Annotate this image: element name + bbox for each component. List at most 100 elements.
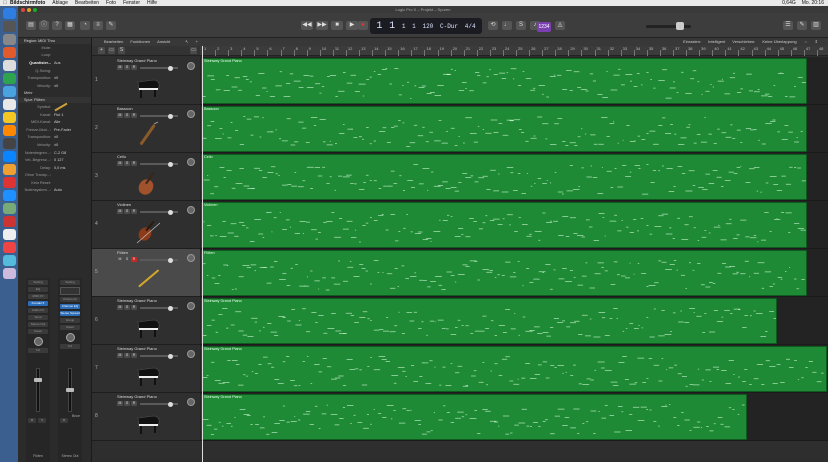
menu-functions[interactable]: Funktionen [130, 38, 150, 46]
master-volume-knob[interactable] [676, 22, 684, 30]
track-volume-thumb[interactable] [168, 401, 173, 407]
output-fx-slot-2[interactable]: Channel EQ [60, 304, 80, 309]
track-record-button[interactable]: R [131, 209, 137, 214]
track-volume-thumb[interactable] [168, 113, 173, 119]
track-volume-thumb[interactable] [168, 353, 173, 359]
solo-button[interactable]: S [516, 21, 526, 30]
midi-region[interactable]: Bassoon [201, 106, 807, 152]
region-row-transpose[interactable]: Transposition: ±0 [18, 74, 91, 82]
vlc-icon[interactable] [2, 125, 16, 136]
facetime-icon[interactable] [2, 73, 16, 84]
play-button[interactable]: ▶ [346, 21, 358, 30]
region-row-loop[interactable]: Loop: [18, 52, 91, 60]
pencil-tool-icon[interactable]: + [196, 38, 198, 46]
track-pan-knob[interactable] [187, 398, 195, 406]
track-pan-knob[interactable] [187, 302, 195, 310]
track-row-no-reset[interactable]: Kein Reset: [18, 179, 91, 187]
safari-icon[interactable] [2, 47, 16, 58]
track-volume-slider[interactable] [140, 353, 178, 359]
midi-region[interactable]: Steinway Grand Piano [201, 298, 777, 344]
app2-icon[interactable] [2, 242, 16, 253]
track-volume-slider[interactable] [140, 401, 178, 407]
track-record-button[interactable]: R [131, 401, 137, 406]
track-row-key-limit[interactable]: Notenbegren...: C-2 G8 [18, 149, 91, 157]
track-volume-slider[interactable] [140, 113, 178, 119]
track-name[interactable]: Steinway Grand Piano [117, 58, 157, 63]
output-mute-button[interactable]: M [60, 418, 68, 423]
strip-volume-fader-cap[interactable] [34, 378, 42, 382]
logic-icon[interactable] [2, 138, 16, 149]
track-name[interactable]: Cello [117, 154, 126, 159]
track-header[interactable]: 7 Steinway Grand Piano M S R [92, 345, 200, 393]
track-mute-button[interactable]: M [117, 305, 123, 310]
track-record-button[interactable]: R [131, 305, 137, 310]
record-button[interactable]: ● [358, 21, 368, 30]
track-pan-knob[interactable] [187, 158, 195, 166]
strip-setting-button[interactable]: Setting [28, 280, 48, 285]
track-name[interactable]: Flöten [117, 250, 128, 255]
track-row-icon[interactable]: Symbol: [18, 102, 91, 112]
output-bounce-button[interactable]: Bnce [72, 414, 80, 418]
strip-pan-knob[interactable] [33, 337, 43, 346]
global-tracks-button[interactable]: ▭ [108, 47, 115, 54]
region-row-qswing[interactable]: Q-Swing: [18, 67, 91, 75]
midi-region[interactable]: Steinway Grand Piano [201, 394, 747, 440]
track-solo-button[interactable]: S [124, 401, 130, 406]
strip-output-slot[interactable]: Stereo Out [28, 322, 48, 327]
midi-region[interactable]: Cello [201, 154, 807, 200]
track-row-delay[interactable]: Delay: 0,0 ms [18, 164, 91, 172]
track-solo-button[interactable]: S [124, 353, 130, 358]
finder-icon[interactable] [2, 8, 16, 19]
score-set-button[interactable]: S [118, 47, 125, 54]
track-lane[interactable]: Steinway Grand Piano [200, 393, 828, 441]
track-row-staff-style[interactable]: Notensystem...: Auto [18, 187, 91, 195]
track-row-no-transpose[interactable]: Ohne Transp...: [18, 172, 91, 180]
stop-button[interactable]: ■ [331, 21, 343, 30]
track-solo-button[interactable]: S [124, 257, 130, 262]
track-header[interactable]: 8 Steinway Grand Piano M S R [92, 393, 200, 441]
mail-icon[interactable] [2, 86, 16, 97]
output-setting-button[interactable]: Setting [60, 280, 80, 285]
output-volume-fader-cap[interactable] [66, 388, 74, 392]
strip-automation-mode[interactable]: Read [28, 329, 48, 334]
track-row-transpose[interactable]: Transposition: ±0 [18, 134, 91, 142]
menu-view[interactable]: Ansicht [157, 38, 170, 46]
region-row-mute[interactable]: Mute: [18, 44, 91, 52]
track-header[interactable]: 3 Cello M S R [92, 153, 200, 201]
track-volume-thumb[interactable] [168, 65, 173, 71]
track-solo-button[interactable]: S [124, 65, 130, 70]
minimize-button[interactable] [27, 8, 31, 12]
bluetooth-icon[interactable] [2, 190, 16, 201]
track-row-velocity[interactable]: Velocity: ±0 [18, 141, 91, 149]
photos-icon[interactable] [2, 112, 16, 123]
smart-controls-button[interactable]: ◔ [80, 21, 90, 30]
track-pan-knob[interactable] [187, 206, 195, 214]
track-record-button[interactable]: R [131, 257, 137, 262]
editors-button[interactable]: ✎ [106, 21, 116, 30]
forward-button[interactable]: ▶▶ [316, 21, 328, 30]
track-volume-thumb[interactable] [168, 161, 173, 167]
track-name[interactable]: Steinway Grand Piano [117, 394, 157, 399]
midi-region[interactable]: Steinway Grand Piano [201, 58, 807, 104]
cycle-button[interactable]: ⟲ [488, 21, 498, 30]
zoom-icon[interactable]: ⇔ [804, 38, 808, 46]
track-volume-thumb[interactable] [168, 209, 173, 215]
track-header[interactable]: 4 Violinen M S R [92, 201, 200, 249]
app-icon[interactable] [2, 216, 16, 227]
track-solo-button[interactable]: S [124, 305, 130, 310]
toolbar-button[interactable]: ▦ [65, 21, 75, 30]
track-lane[interactable]: Bassoon [200, 105, 828, 153]
mixer-button[interactable]: ≡ [93, 21, 103, 30]
strip-mute-button[interactable]: M [28, 418, 36, 423]
track-volume-slider[interactable] [140, 257, 178, 263]
track-lane[interactable]: Cello [200, 153, 828, 201]
track-volume-slider[interactable] [140, 65, 178, 71]
output-fx-slot-1[interactable]: Chorus-Gr [60, 297, 80, 302]
downloads-icon[interactable] [2, 255, 16, 266]
track-mute-button[interactable]: M [117, 257, 123, 262]
bar-ruler[interactable]: 1 2 3 4 5 6 7 8 9 10 11 12 13 14 15 16 17 18 19 20 21 22 23 24 2… [200, 46, 828, 56]
master-volume-slider[interactable] [646, 25, 691, 28]
region-row-quantize[interactable]: Quantisier... Aus [18, 59, 91, 67]
track-header[interactable]: 2 Bassoon M S R [92, 105, 200, 153]
track-header[interactable]: 6 Steinway Grand Piano M S R [92, 297, 200, 345]
